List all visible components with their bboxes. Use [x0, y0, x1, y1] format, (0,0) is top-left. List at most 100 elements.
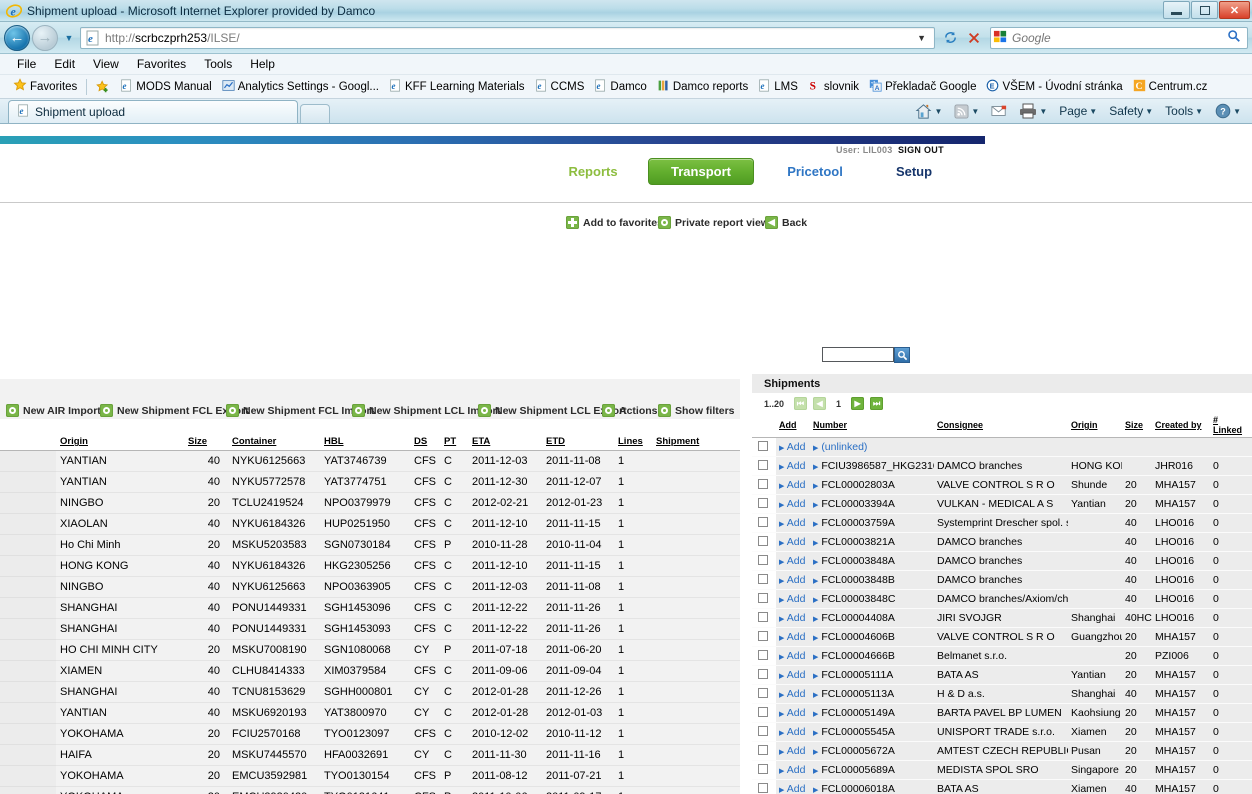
add-link-cell[interactable]: ▶ Add — [776, 494, 810, 514]
table-row[interactable]: ▶ Add ▶ FCL00005545A UNISPORT TRADE s.r.o.… — [752, 722, 1252, 742]
print-button[interactable]: ▼ — [1014, 101, 1052, 121]
row-checkbox-cell[interactable] — [752, 684, 776, 704]
row-checkbox-cell[interactable] — [752, 779, 776, 794]
add-link[interactable]: Add — [787, 441, 806, 453]
table-row[interactable]: ▶ Add ▶ FCL00003848C DAMCO branches/Axiom/… — [752, 589, 1252, 609]
row-checkbox[interactable] — [758, 763, 768, 774]
cell-number[interactable]: ▶ FCL00004666B — [810, 646, 934, 666]
add-link[interactable]: Add — [787, 498, 806, 510]
row-checkbox[interactable] — [758, 649, 768, 660]
row-checkbox-cell[interactable] — [752, 551, 776, 571]
cell-number[interactable]: ▶ FCL00005689A — [810, 760, 934, 780]
add-link[interactable]: Add — [787, 631, 806, 643]
page-chevron-down-icon[interactable]: ▼ — [1089, 107, 1097, 116]
add-link[interactable]: Add — [787, 460, 806, 472]
row-checkbox[interactable] — [758, 782, 768, 793]
col-container[interactable]: Container — [228, 432, 320, 451]
table-row[interactable]: YOKOHAMA 20 EMCU3592981 TYO0130154 CFS P 2011-… — [0, 765, 740, 787]
add-link-cell[interactable]: ▶ Add — [776, 741, 810, 761]
add-link-cell[interactable]: ▶ Add — [776, 513, 810, 533]
home-chevron-down-icon[interactable]: ▼ — [934, 107, 942, 116]
cell-number[interactable]: ▶ FCL00005545A — [810, 722, 934, 742]
cell-number[interactable]: ▶ FCL00003821A — [810, 532, 934, 552]
shipment-number[interactable]: FCL00004666B — [821, 650, 895, 662]
add-link-cell[interactable]: ▶ Add — [776, 456, 810, 476]
cell-number[interactable]: ▶ FCL00003848C — [810, 589, 934, 609]
table-row[interactable]: ▶ Add ▶ (unlinked) — [752, 437, 1252, 457]
table-row[interactable]: YANTIAN 40 NYKU5772578 YAT3774751 CFS C 2011-1… — [0, 471, 740, 493]
shipment-number[interactable]: FCL00002803A — [821, 479, 895, 491]
add-link[interactable]: Add — [787, 745, 806, 757]
row-checkbox[interactable] — [758, 554, 768, 565]
address-chevron-down-icon[interactable]: ▼ — [911, 33, 932, 43]
table-row[interactable]: SHANGHAI 40 TCNU8153629 SGHH000801 CY C 2012-0… — [0, 681, 740, 703]
add-link[interactable]: Add — [787, 688, 806, 700]
add-link-cell[interactable]: ▶ Add — [776, 665, 810, 685]
favorite-ccms[interactable]: e CCMS — [530, 78, 590, 95]
add-link-cell[interactable]: ▶ Add — [776, 684, 810, 704]
add-link[interactable]: Add — [787, 517, 806, 529]
table-row[interactable]: ▶ Add ▶ FCL00005111A BATA AS Yantian 20 MHA15… — [752, 665, 1252, 685]
table-row[interactable]: ▶ Add ▶ FCL00003759A Systemprint Drescher … — [752, 513, 1252, 533]
row-checkbox-cell[interactable] — [752, 513, 776, 533]
add-link[interactable]: Add — [787, 593, 806, 605]
menu-help[interactable]: Help — [241, 57, 284, 71]
row-checkbox-cell[interactable] — [752, 437, 776, 457]
favorite-slovnik[interactable]: S slovnik — [803, 79, 864, 95]
page-menu-button[interactable]: Page ▼ — [1054, 101, 1102, 121]
table-row[interactable]: ▶ Add ▶ FCL00006018A BATA AS Xiamen 40 MHA157… — [752, 779, 1252, 794]
table-row[interactable]: HONG KONG 40 NYKU6184326 HKG2305256 CFS C 2011… — [0, 555, 740, 577]
add-link[interactable]: Add — [787, 536, 806, 548]
private-report-views-button[interactable]: Private report views — [658, 216, 775, 229]
cell-number[interactable]: ▶ FCL00005149A — [810, 703, 934, 723]
row-checkbox[interactable] — [758, 440, 768, 451]
table-row[interactable]: ▶ Add▶ FCIU3986587_HKG2316403DAMCO branc… — [752, 456, 1252, 476]
favorite-mods-manual[interactable]: e MODS Manual — [115, 78, 216, 95]
table-row[interactable]: ▶ Add ▶ FCL00005149A BARTA PAVEL BP LUMEN K… — [752, 703, 1252, 723]
read-mail-button[interactable] — [986, 101, 1012, 121]
actions-button[interactable]: Actions — [602, 404, 658, 417]
shipment-number[interactable]: FCL00005113A — [821, 688, 894, 700]
address-bar[interactable]: e http://scrbczprh253/ILSE/ ▼ — [80, 26, 935, 49]
shipment-number[interactable]: FCL00003848C — [821, 593, 895, 605]
add-link-cell[interactable]: ▶ Add — [776, 627, 810, 647]
add-to-favorites-button[interactable]: Add to favorites — [566, 216, 663, 229]
table-row[interactable]: SHANGHAI 40 PONU1449331 SGH1453093 CFS C 2011-… — [0, 618, 740, 640]
table-row[interactable]: YOKOHAMA 20 FCIU2570168 TYO0123097 CFS C 2010-… — [0, 723, 740, 745]
col-etd[interactable]: ETD — [542, 432, 614, 451]
row-checkbox[interactable] — [758, 478, 768, 489]
row-checkbox-cell[interactable] — [752, 532, 776, 552]
pager-last-button[interactable]: ⏭ — [870, 397, 884, 410]
row-checkbox[interactable] — [758, 706, 768, 717]
recent-pages-chevron-down-icon[interactable]: ▼ — [61, 33, 77, 43]
col-number[interactable]: Number — [810, 413, 934, 438]
row-checkbox-cell[interactable] — [752, 589, 776, 609]
print-chevron-down-icon[interactable]: ▼ — [1039, 107, 1047, 116]
sign-out-link[interactable]: SIGN OUT — [898, 145, 944, 155]
table-row[interactable]: ▶ Add ▶ FCL00005113A H & D a.s. Shanghai 40 M… — [752, 684, 1252, 704]
shipment-number[interactable]: FCL00003848B — [821, 574, 895, 586]
favorite-centrum-cz[interactable]: C Centrum.cz — [1128, 79, 1213, 95]
row-checkbox-cell[interactable] — [752, 608, 776, 628]
row-checkbox[interactable] — [758, 592, 768, 603]
table-row[interactable]: ▶ Add ▶ FCL00004408A JIRI SVOJGR Shanghai 40… — [752, 608, 1252, 628]
tab-shipment-upload[interactable]: e Shipment upload — [8, 100, 298, 123]
favorite-kff-learning-materials[interactable]: e KFF Learning Materials — [384, 78, 530, 95]
cell-number[interactable]: ▶ FCL00005113A — [810, 684, 934, 704]
cell-number[interactable]: ▶ FCL00004408A — [810, 608, 934, 628]
row-checkbox[interactable] — [758, 668, 768, 679]
show-filters-button[interactable]: Show filters — [658, 404, 735, 417]
row-checkbox-cell[interactable] — [752, 475, 776, 495]
row-checkbox[interactable] — [758, 459, 768, 470]
row-checkbox[interactable] — [758, 744, 768, 755]
cell-number[interactable]: ▶ FCL00003759A — [810, 513, 934, 533]
row-checkbox-cell[interactable] — [752, 646, 776, 666]
col-lines[interactable]: Lines — [614, 432, 652, 451]
cell-number[interactable]: ▶ FCIU3986587_HKG2316403 — [810, 456, 934, 476]
pager-first-button[interactable]: ⏮ — [794, 397, 808, 410]
add-link-cell[interactable]: ▶ Add — [776, 532, 810, 552]
add-link[interactable]: Add — [787, 783, 806, 794]
menu-favorites[interactable]: Favorites — [128, 57, 195, 71]
cell-number[interactable]: ▶ FCL00002803A — [810, 475, 934, 495]
pager-prev-button[interactable]: ◀ — [813, 397, 827, 410]
